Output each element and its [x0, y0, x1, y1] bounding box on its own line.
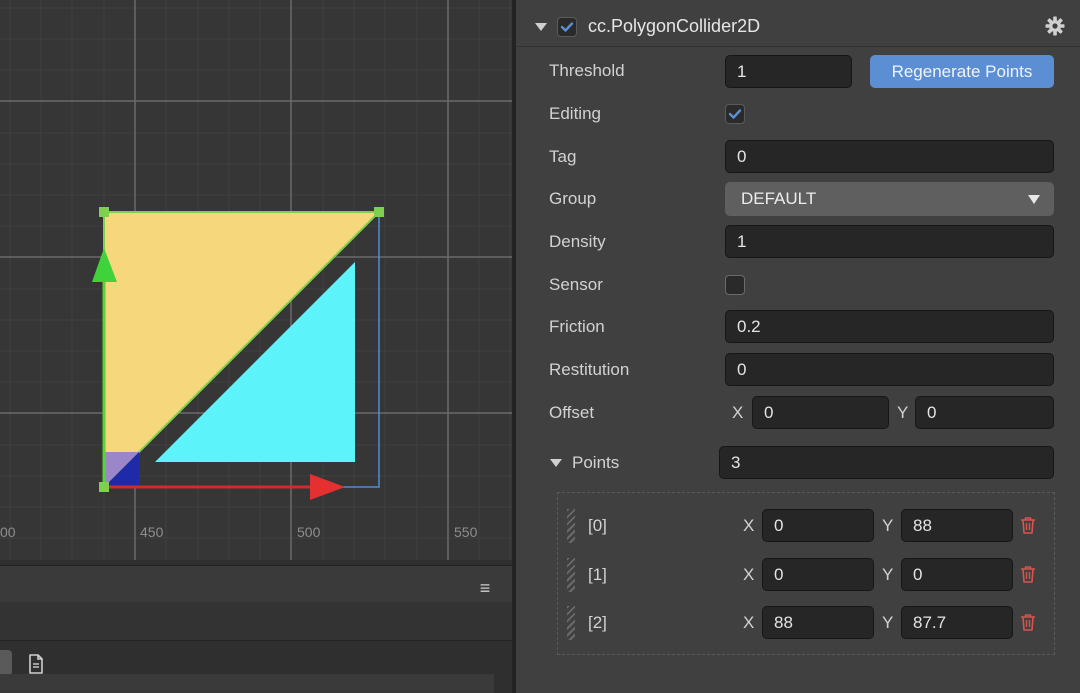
- group-label: Group: [549, 189, 597, 208]
- hamburger-menu-icon[interactable]: ≡: [474, 578, 496, 598]
- point-y-label: Y: [882, 565, 894, 584]
- axis-tick-label: 450: [140, 524, 164, 540]
- axis-tick-label: 550: [454, 524, 478, 540]
- regenerate-points-button[interactable]: Regenerate Points: [870, 55, 1054, 88]
- point-x-label: X: [743, 565, 755, 584]
- density-label: Density: [549, 232, 606, 251]
- trash-icon[interactable]: [1020, 613, 1036, 631]
- point-x-input[interactable]: 0: [762, 558, 874, 591]
- group-select[interactable]: DEFAULT: [725, 182, 1054, 216]
- point-y-input[interactable]: 0: [901, 558, 1013, 591]
- restitution-input[interactable]: 0: [725, 353, 1054, 386]
- drag-handle-icon[interactable]: [567, 606, 575, 640]
- offset-x-input[interactable]: 0: [752, 396, 889, 429]
- point-index: [1]: [588, 565, 607, 584]
- toggle-button[interactable]: [0, 650, 12, 676]
- component-header[interactable]: cc.PolygonCollider2D: [516, 0, 1080, 47]
- group-select-value: DEFAULT: [741, 189, 817, 208]
- offset-y-input[interactable]: 0: [915, 396, 1054, 429]
- drag-handle-icon[interactable]: [567, 509, 575, 543]
- restitution-label: Restitution: [549, 360, 630, 379]
- offset-x-label: X: [732, 403, 744, 422]
- point-x-label: X: [743, 613, 755, 632]
- point-y-input[interactable]: 88: [901, 509, 1013, 542]
- friction-label: Friction: [549, 317, 605, 336]
- point-y-label: Y: [882, 613, 894, 632]
- point-index: [0]: [588, 516, 607, 535]
- point-y-label: Y: [882, 516, 894, 535]
- drag-handle-icon[interactable]: [567, 558, 575, 592]
- panel-subtoolbar: [0, 602, 512, 676]
- trash-icon[interactable]: [1020, 516, 1036, 534]
- trash-icon[interactable]: [1020, 565, 1036, 583]
- point-y-input[interactable]: 87.7: [901, 606, 1013, 639]
- point-handle[interactable]: [99, 482, 109, 492]
- point-handle[interactable]: [374, 207, 384, 217]
- offset-label: Offset: [549, 403, 595, 422]
- inspector-panel: cc.PolygonCollider2D Threshold 1 Regener…: [516, 0, 1080, 693]
- axis-tick-label: 00: [0, 524, 16, 540]
- editing-label: Editing: [549, 104, 601, 123]
- tag-input[interactable]: 0: [725, 140, 1054, 173]
- offset-y-label: Y: [897, 403, 909, 422]
- document-icon[interactable]: [26, 653, 46, 675]
- points-label: Points: [572, 453, 620, 472]
- tag-label: Tag: [549, 147, 577, 166]
- point-x-input[interactable]: 88: [762, 606, 874, 639]
- sensor-label: Sensor: [549, 275, 603, 294]
- panel-toolbar: ≡: [0, 565, 512, 603]
- density-input[interactable]: 1: [725, 225, 1054, 258]
- x-axis-arrow[interactable]: [310, 474, 345, 500]
- points-collapse-caret-icon[interactable]: [550, 459, 562, 467]
- friction-input[interactable]: 0.2: [725, 310, 1054, 343]
- threshold-input[interactable]: 1: [725, 55, 852, 88]
- point-handle[interactable]: [99, 207, 109, 217]
- gear-icon[interactable]: [1045, 16, 1065, 36]
- point-x-input[interactable]: 0: [762, 509, 874, 542]
- collapse-caret-icon[interactable]: [535, 23, 547, 31]
- component-title: cc.PolygonCollider2D: [588, 16, 761, 36]
- sensor-checkbox[interactable]: [725, 275, 745, 295]
- component-enabled-checkbox[interactable]: [557, 17, 577, 37]
- panel-row: [0, 674, 494, 693]
- editing-checkbox[interactable]: [725, 104, 745, 124]
- bottom-panel: ≡: [0, 560, 512, 693]
- dropdown-arrow-icon: [1028, 195, 1040, 204]
- threshold-label: Threshold: [549, 61, 625, 80]
- axis-tick-label: 500: [297, 524, 321, 540]
- scene-canvas[interactable]: [0, 0, 512, 560]
- points-count-input[interactable]: 3: [719, 446, 1054, 479]
- point-index: [2]: [588, 613, 607, 632]
- scene-view[interactable]: 00 450 500 550: [0, 0, 512, 560]
- point-x-label: X: [743, 516, 755, 535]
